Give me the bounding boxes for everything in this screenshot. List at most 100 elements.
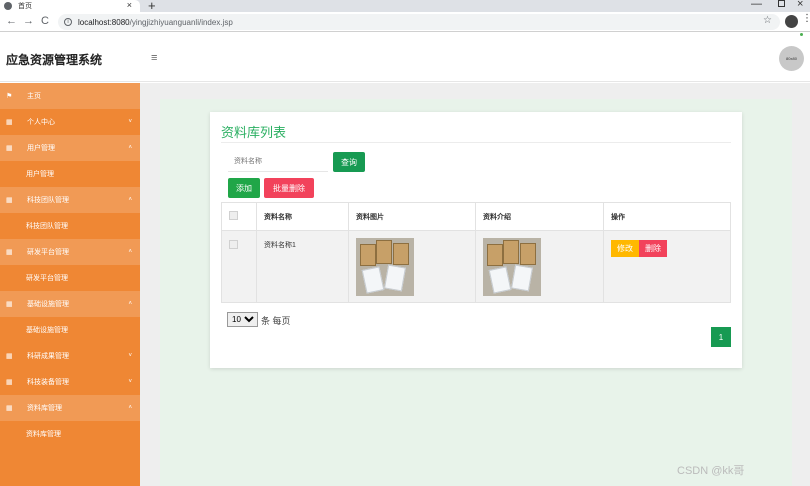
- sidebar-item-label: 资料库管理: [26, 431, 61, 438]
- sidebar-subitem-users[interactable]: 用户管理: [0, 161, 140, 187]
- sidebar-item-label: 基础设施管理: [26, 327, 68, 334]
- row-checkbox[interactable]: [229, 240, 238, 249]
- intro-image: [483, 238, 541, 296]
- sidebar-item-label: 资料库管理: [27, 405, 62, 412]
- sidebar-item-label: 科技装备管理: [27, 379, 69, 386]
- sidebar-item-label: 科技团队管理: [27, 197, 69, 204]
- chevron-up-icon: ˄: [128, 405, 132, 411]
- page-button-current[interactable]: 1: [711, 327, 731, 347]
- chevron-up-icon: ˄: [128, 197, 132, 203]
- col-header-name: 资料名称: [256, 202, 349, 231]
- cell-actions: 修改 删除: [603, 230, 731, 303]
- col-header-image: 资料图片: [348, 202, 476, 231]
- delete-button[interactable]: 删除: [639, 240, 667, 257]
- edit-button[interactable]: 修改: [611, 240, 639, 257]
- chevron-up-icon: ˄: [128, 145, 132, 151]
- row-select-cell: [221, 230, 257, 303]
- add-button[interactable]: 添加: [228, 178, 260, 198]
- avatar-text: 80x80: [786, 56, 797, 61]
- sidebar-item-label: 主页: [27, 93, 41, 100]
- url-path: /yingjizhiyuanguanli/index.jsp: [129, 17, 233, 27]
- grid-icon: ▦: [6, 249, 13, 256]
- material-image: [356, 238, 414, 296]
- chevron-down-icon: ˅: [128, 353, 132, 359]
- grid-icon: ▦: [6, 405, 13, 412]
- grid-icon: ▦: [6, 119, 13, 126]
- library-list-card: 资料库列表 查询 添加 批量删除 资料名称 资料图片 资料介绍 操作 资料名称1: [210, 112, 742, 368]
- chevron-down-icon: ˅: [128, 119, 132, 125]
- sidebar-subitem-library[interactable]: 资料库管理: [0, 421, 140, 447]
- sidebar-item-tech-equipment[interactable]: ▦ 科技装备管理 ˅: [0, 369, 140, 395]
- online-status-dot: [799, 32, 804, 37]
- sidebar-item-label: 研发平台管理: [27, 249, 69, 256]
- browser-tabstrip: 首页 × + — ×: [0, 0, 810, 13]
- forward-arrow-icon[interactable]: →: [23, 15, 34, 27]
- sidebar: ⚑ 主页 ▦ 个人中心 ˅ ▦ 用户管理 ˄ 用户管理 ▦ 科技团队管理 ˄ 科…: [0, 83, 140, 486]
- grid-icon: ▦: [6, 301, 13, 308]
- chevron-up-icon: ˄: [128, 249, 132, 255]
- search-button[interactable]: 查询: [333, 152, 365, 172]
- grid-icon: ▦: [6, 379, 13, 386]
- sidebar-item-label: 科研成果管理: [27, 353, 69, 360]
- sidebar-item-tech-teams[interactable]: ▦ 科技团队管理 ˄: [0, 187, 140, 213]
- avatar[interactable]: 80x80: [779, 46, 804, 71]
- grid-icon: ▦: [6, 353, 13, 360]
- sidebar-item-infrastructure[interactable]: ▦ 基础设施管理 ˄: [0, 291, 140, 317]
- info-icon[interactable]: i: [64, 18, 72, 26]
- page-size-select[interactable]: 10: [227, 312, 258, 327]
- bookmark-star-icon[interactable]: ☆: [763, 15, 772, 26]
- close-tab-icon[interactable]: ×: [127, 0, 132, 11]
- cell-intro: [475, 230, 604, 303]
- window-close-icon[interactable]: ×: [797, 0, 803, 10]
- sidebar-item-rd-platforms[interactable]: ▦ 研发平台管理 ˄: [0, 239, 140, 265]
- sidebar-item-label: 科技团队管理: [26, 223, 68, 230]
- globe-icon: [4, 2, 12, 10]
- sidebar-item-library[interactable]: ▦ 资料库管理 ˄: [0, 395, 140, 421]
- app-header: 应急资源管理系统 ≡ 80x80: [0, 33, 810, 82]
- sidebar-item-research-results[interactable]: ▦ 科研成果管理 ˅: [0, 343, 140, 369]
- chevron-up-icon: ˄: [128, 301, 132, 307]
- flag-icon: ⚑: [6, 93, 13, 100]
- app-title: 应急资源管理系统: [6, 53, 103, 67]
- address-bar[interactable]: i localhost:8080/yingjizhiyuanguanli/ind…: [58, 14, 780, 30]
- tab-title: 首页: [18, 3, 32, 10]
- sidebar-item-users[interactable]: ▦ 用户管理 ˄: [0, 135, 140, 161]
- sidebar-item-label: 个人中心: [27, 119, 55, 126]
- batch-delete-button[interactable]: 批量删除: [264, 178, 314, 198]
- minimize-icon[interactable]: —: [751, 0, 762, 10]
- browser-toolbar: ← → C i localhost:8080/yingjizhiyuanguan…: [0, 12, 810, 32]
- reload-icon[interactable]: C: [41, 15, 49, 27]
- sidebar-item-profile[interactable]: ▦ 个人中心 ˅: [0, 109, 140, 135]
- cell-image: [348, 230, 476, 303]
- profile-icon[interactable]: [785, 15, 798, 28]
- sidebar-item-label: 基础设施管理: [27, 301, 69, 308]
- browser-menu-icon[interactable]: ⋮: [802, 13, 810, 24]
- col-header-actions: 操作: [603, 202, 731, 231]
- grid-icon: ▦: [6, 197, 13, 204]
- page-size-label: 条 每页: [261, 316, 291, 326]
- select-all-cell: [221, 202, 257, 231]
- grid-icon: ▦: [6, 145, 13, 152]
- watermark: CSDN @kk哥: [677, 465, 745, 477]
- sidebar-subitem-tech-teams[interactable]: 科技团队管理: [0, 213, 140, 239]
- col-header-intro: 资料介绍: [475, 202, 604, 231]
- url-host: localhost:8080: [78, 17, 130, 27]
- cell-name: 资料名称1: [256, 230, 349, 303]
- sidebar-item-label: 用户管理: [26, 171, 54, 178]
- library-table: 资料名称 资料图片 资料介绍 操作 资料名称1 修改 删除: [221, 202, 731, 303]
- sidebar-item-label: 研发平台管理: [26, 275, 68, 282]
- menu-toggle-icon[interactable]: ≡: [151, 52, 157, 64]
- sidebar-item-home[interactable]: ⚑ 主页: [0, 83, 140, 109]
- browser-tab[interactable]: 首页 ×: [0, 0, 140, 12]
- search-input[interactable]: [228, 152, 328, 172]
- maximize-icon[interactable]: [778, 0, 785, 7]
- select-all-checkbox[interactable]: [229, 211, 238, 220]
- sidebar-item-label: 用户管理: [27, 145, 55, 152]
- sidebar-subitem-infrastructure[interactable]: 基础设施管理: [0, 317, 140, 343]
- divider: [221, 142, 731, 143]
- table-row: 资料名称1 修改 删除: [221, 230, 731, 303]
- sidebar-subitem-rd-platforms[interactable]: 研发平台管理: [0, 265, 140, 291]
- back-arrow-icon[interactable]: ←: [6, 15, 17, 27]
- card-title: 资料库列表: [221, 125, 287, 140]
- chevron-down-icon: ˅: [128, 379, 132, 385]
